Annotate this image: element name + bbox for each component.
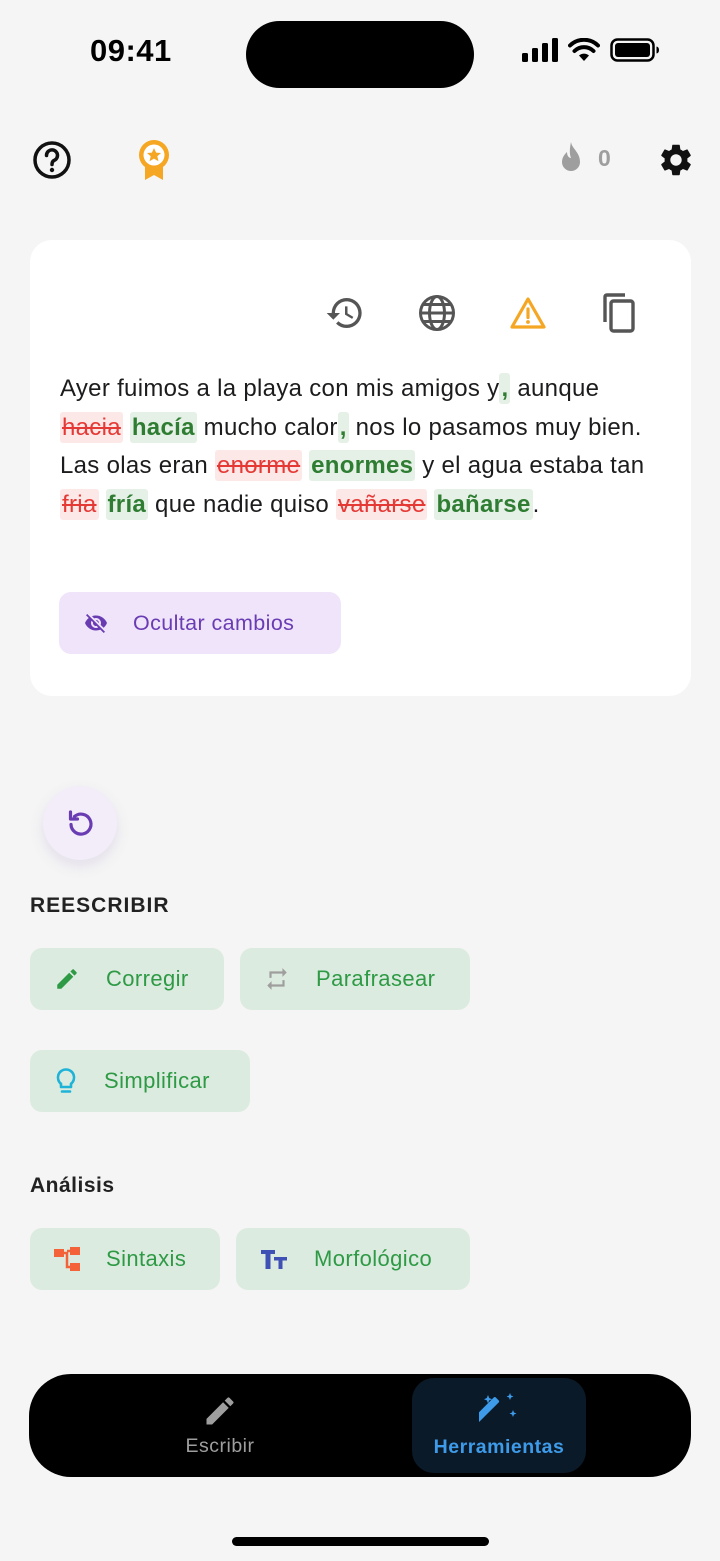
syntax-tree-icon [54, 1247, 80, 1271]
morphology-label: Morfológico [314, 1246, 433, 1271]
analysis-section-title: Análisis [30, 1174, 115, 1197]
wifi-icon [568, 38, 600, 61]
lightbulb-icon [56, 1068, 76, 1093]
simplify-label: Simplificar [104, 1068, 210, 1093]
screen: 09:41 0 Ayer fuimos a la playa con mis a… [0, 0, 720, 1561]
deleted-word[interactable]: enorme [214, 450, 303, 481]
pencil-icon [57, 969, 77, 989]
pencil-icon [206, 1397, 234, 1425]
copy-icon[interactable] [599, 292, 637, 334]
status-time: 09:41 [90, 33, 172, 68]
text-segment: mucho calor [196, 413, 338, 441]
history-icon[interactable] [325, 293, 365, 333]
repeat-arrows-icon [267, 968, 287, 990]
nav-tab-write-label: Escribir [185, 1435, 255, 1457]
inserted-word[interactable]: , [337, 411, 349, 443]
language-globe-icon[interactable] [417, 293, 457, 333]
morphology-button[interactable]: Morfológico [236, 1228, 470, 1290]
streak-counter[interactable]: 0 [556, 141, 611, 175]
nav-tab-tools-label: Herramientas [433, 1436, 565, 1458]
text-segment: . [532, 490, 540, 518]
text-segment: aunque [510, 375, 600, 402]
correction-card: Ayer fuimos a la playa con mis amigos y,… [30, 240, 691, 696]
nav-tab-write[interactable]: Escribir [133, 1378, 307, 1473]
paraphrase-button[interactable]: Parafrasear [240, 948, 470, 1010]
flame-icon [562, 142, 580, 171]
settings-gear-icon[interactable] [657, 141, 695, 179]
bottom-nav: Escribir Herramientas [29, 1374, 691, 1477]
text-segment: y el agua estaba tan [415, 452, 645, 479]
battery-icon [610, 38, 659, 62]
inserted-word[interactable]: enormes [309, 450, 416, 481]
deleted-word[interactable]: hacia [60, 411, 123, 443]
inserted-word[interactable]: , [499, 373, 511, 404]
deleted-word[interactable]: fria [60, 488, 99, 520]
syntax-button[interactable]: Sintaxis [30, 1228, 220, 1290]
simplify-button[interactable]: Simplificar [30, 1050, 250, 1112]
text-segment: Ayer fuimos a la playa con mis amigos y [60, 375, 500, 402]
cellular-signal-icon [522, 38, 558, 62]
rewrite-section-title: REESCRIBIR [30, 894, 170, 917]
inserted-word[interactable]: bañarse [434, 488, 533, 520]
eye-off-icon [85, 614, 107, 633]
home-indicator [232, 1537, 489, 1546]
warning-icon[interactable] [509, 296, 547, 330]
hide-changes-label: Ocultar cambios [133, 610, 295, 635]
inserted-word[interactable]: hacía [129, 411, 197, 443]
streak-count: 0 [598, 144, 611, 171]
card-toolbar [325, 292, 637, 334]
top-bar: 0 [0, 128, 720, 192]
help-icon[interactable] [32, 140, 72, 180]
text-segment [99, 491, 106, 518]
syntax-label: Sintaxis [106, 1246, 187, 1271]
status-icons [522, 38, 660, 62]
correct-button[interactable]: Corregir [30, 948, 224, 1010]
text-segment: que nadie quiso [148, 490, 336, 518]
correct-label: Corregir [106, 966, 189, 991]
text-segment [123, 414, 130, 441]
undo-icon [68, 810, 93, 836]
text-size-icon [261, 1250, 287, 1269]
magic-wand-icon [479, 1393, 517, 1422]
deleted-word[interactable]: vañarse [336, 488, 428, 520]
paraphrase-label: Parafrasear [316, 966, 436, 991]
corrected-text: Ayer fuimos a la playa con mis amigos y,… [60, 370, 660, 524]
achievement-medal-icon[interactable] [136, 138, 172, 182]
undo-button[interactable] [43, 786, 117, 860]
dynamic-island [246, 21, 474, 88]
inserted-word[interactable]: fría [105, 488, 149, 520]
hide-changes-button[interactable]: Ocultar cambios [59, 592, 341, 654]
nav-tab-tools[interactable]: Herramientas [412, 1378, 586, 1473]
